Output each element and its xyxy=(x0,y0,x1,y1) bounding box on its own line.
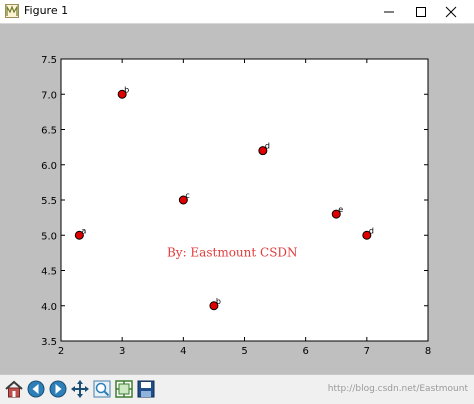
title-bar: Figure 1 xyxy=(0,0,474,24)
window-title: Figure 1 xyxy=(24,4,69,17)
maximize-icon xyxy=(416,6,426,17)
save-icon xyxy=(137,380,155,398)
point-label: b xyxy=(216,297,221,306)
figure-canvas[interactable]: 2 3 4 5 6 7 8 3.5 4.0 4.5 5.0 5.5 6.0 6.5 7.0 7.5 a b c b d… xyxy=(0,24,474,374)
point-label: b xyxy=(124,85,129,94)
forward-arrow-icon xyxy=(49,380,67,398)
move-icon xyxy=(71,380,89,398)
matplotlib-app-icon xyxy=(5,4,19,18)
axes-background xyxy=(60,58,429,342)
x-tick-label: 4 xyxy=(180,346,186,357)
zoom-icon xyxy=(93,380,111,398)
minimize-icon xyxy=(384,11,394,12)
close-button[interactable] xyxy=(428,0,474,23)
close-icon xyxy=(445,6,457,17)
zoom-button[interactable] xyxy=(91,378,113,400)
forward-button[interactable] xyxy=(47,378,69,400)
y-tick-label: 3.5 xyxy=(41,337,57,348)
x-tick-label: 5 xyxy=(241,346,247,357)
y-tick-label: 4.5 xyxy=(41,267,57,278)
navigation-toolbar: http://blog.csdn.net/Eastmount xyxy=(0,374,474,404)
pan-button[interactable] xyxy=(69,378,91,400)
point-label: d xyxy=(265,142,270,151)
back-arrow-icon xyxy=(27,380,45,398)
x-tick-label: 3 xyxy=(119,346,125,357)
home-icon xyxy=(5,380,23,398)
x-tick-label: 8 xyxy=(425,346,431,357)
subplots-icon xyxy=(115,380,133,398)
y-tick-label: 5.0 xyxy=(41,231,57,242)
x-tick-label: 2 xyxy=(58,346,64,357)
y-tick-label: 5.5 xyxy=(41,196,57,207)
y-tick-label: 7.5 xyxy=(41,55,57,66)
y-tick-label: 4.0 xyxy=(41,302,57,313)
point-label: a xyxy=(81,226,86,235)
point-label: d xyxy=(369,226,374,235)
annotation-text: By: Eastmount CSDN xyxy=(167,245,298,259)
x-tick-label: 7 xyxy=(364,346,370,357)
point-label: c xyxy=(185,191,189,200)
y-tick-label: 6.0 xyxy=(41,161,57,172)
y-tick-label: 6.5 xyxy=(41,126,57,137)
scatter-plot: 2 3 4 5 6 7 8 3.5 4.0 4.5 5.0 5.5 6.0 6.5 7.0 7.5 a b c b d… xyxy=(41,55,431,357)
watermark-text: http://blog.csdn.net/Eastmount xyxy=(327,384,468,394)
y-tick-label: 7.0 xyxy=(41,90,57,101)
subplots-button[interactable] xyxy=(113,378,135,400)
back-button[interactable] xyxy=(25,378,47,400)
point-label: e xyxy=(338,205,343,214)
x-tick-label: 6 xyxy=(302,346,308,357)
save-button[interactable] xyxy=(135,378,157,400)
home-button[interactable] xyxy=(3,378,25,400)
